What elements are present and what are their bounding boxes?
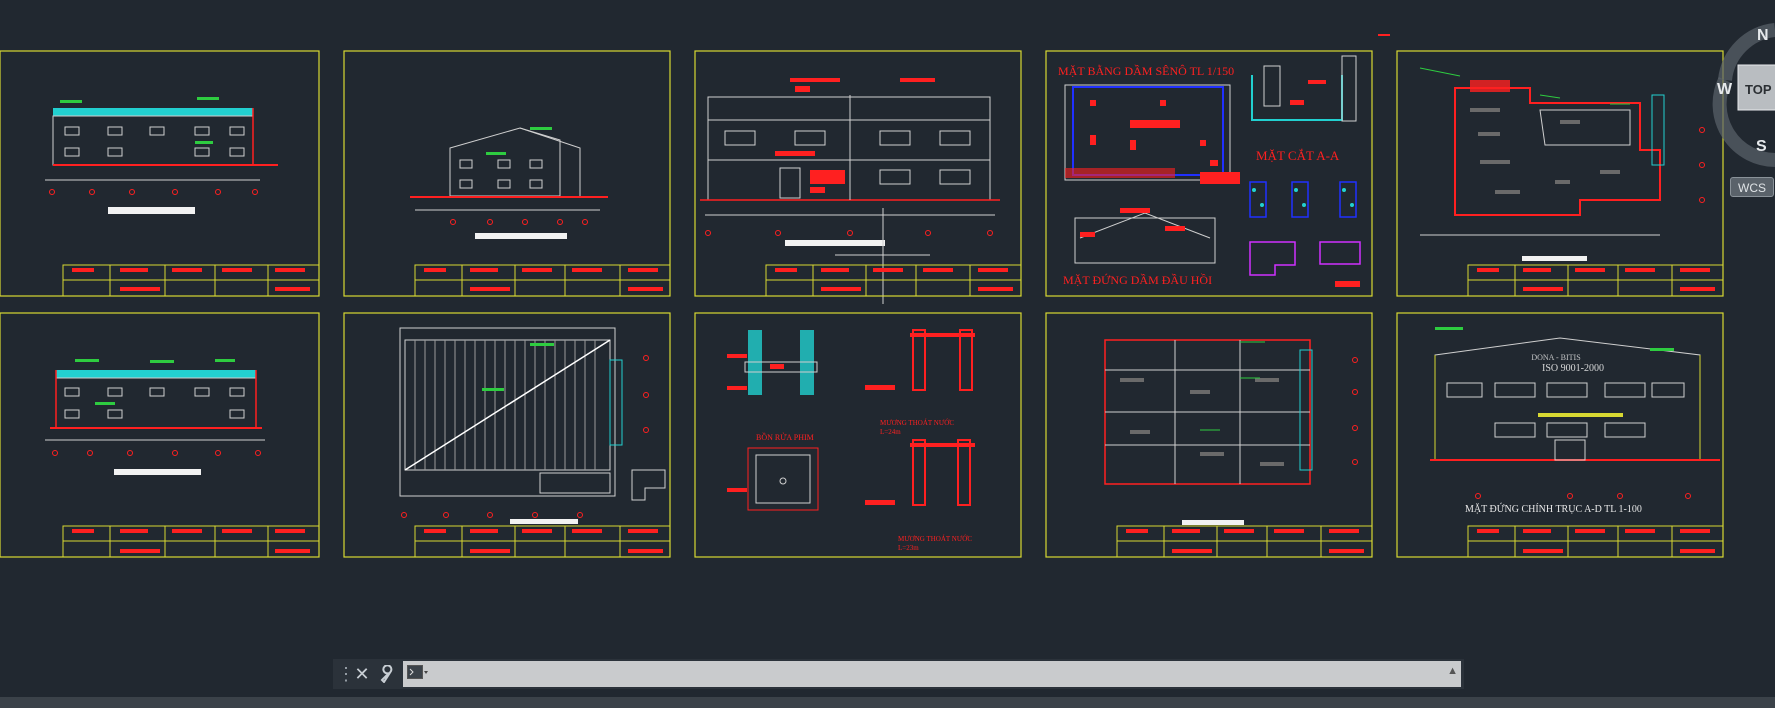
sheet4-caption-bottom: MẶT ĐỨNG DẦM ĐẦU HỒI (1063, 272, 1212, 287)
sheet-10-main-elevation[interactable]: DONA - BITIS ISO 9001-2000 MẶT ĐỨNG CHÍN… (1396, 312, 1724, 558)
wcs-menu[interactable]: WCS (1730, 177, 1774, 197)
sheet10-brand: DONA - BITIS (1531, 353, 1580, 362)
sheet8-caption-tank: BỒN RỬA PHIM (756, 432, 814, 442)
drag-handle-icon[interactable]: ⋮ (337, 663, 355, 685)
command-prompt-icon[interactable] (407, 665, 429, 681)
sheet-8-drainage-details[interactable]: BỒN RỬA PHIM MƯƠNG THOÁT NƯỚC L=24m MƯƠN… (694, 312, 1022, 558)
compass-south-label[interactable]: S (1756, 138, 1767, 155)
viewcube[interactable]: N W S TOP (1695, 20, 1775, 200)
sheet10-iso: ISO 9001-2000 (1542, 363, 1604, 374)
sheet8-caption-drain2-length: L=23m (898, 544, 919, 552)
sheet-5-floor-plan[interactable] (1396, 50, 1724, 297)
sheet-1-side-elevation[interactable] (0, 50, 320, 297)
layout-tabs-strip[interactable] (0, 697, 1775, 708)
sheet8-caption-drain1: MƯƠNG THOÁT NƯỚC (880, 419, 954, 427)
chevron-up-icon[interactable]: ▲ (1447, 665, 1458, 677)
sheet-9-ground-floor-plan[interactable] (1045, 312, 1373, 558)
sheet4-caption-top: MẶT BẰNG DẦM SÊNÔ TL 1/150 (1058, 63, 1234, 78)
sheet-6-front-elevation[interactable] (0, 312, 320, 558)
sheet-4-gutter-beam-plan[interactable]: MẶT BẰNG DẦM SÊNÔ TL 1/150 MẶT CẮT A-A M… (1045, 50, 1373, 297)
compass-north-label[interactable]: N (1757, 27, 1769, 44)
sheet4-caption-section: MẶT CẮT A-A (1256, 148, 1340, 163)
sheet8-caption-drain1-length: L=24m (880, 428, 901, 436)
sheet-7-roof-plan[interactable] (343, 312, 671, 558)
compass-west-label[interactable]: W (1717, 81, 1733, 98)
viewcube-face-label: TOP (1745, 82, 1772, 97)
sheet10-caption: MẶT ĐỨNG CHÍNH TRỤC A-D TL 1-100 (1465, 503, 1642, 515)
close-icon[interactable]: ✕ (351, 663, 373, 685)
wrench-icon[interactable] (377, 663, 399, 685)
sheet-3-section[interactable] (694, 50, 1022, 304)
sheet8-caption-drain2: MƯƠNG THOÁT NƯỚC (898, 535, 972, 543)
command-input[interactable] (403, 661, 1461, 687)
model-space-canvas[interactable]: MẶT BẰNG DẦM SÊNÔ TL 1/150 MẶT CẮT A-A M… (0, 0, 1775, 708)
sheet-2-rear-elevation[interactable] (343, 50, 671, 297)
command-line-bar[interactable]: ⋮ ✕ ▲ (333, 659, 1464, 689)
